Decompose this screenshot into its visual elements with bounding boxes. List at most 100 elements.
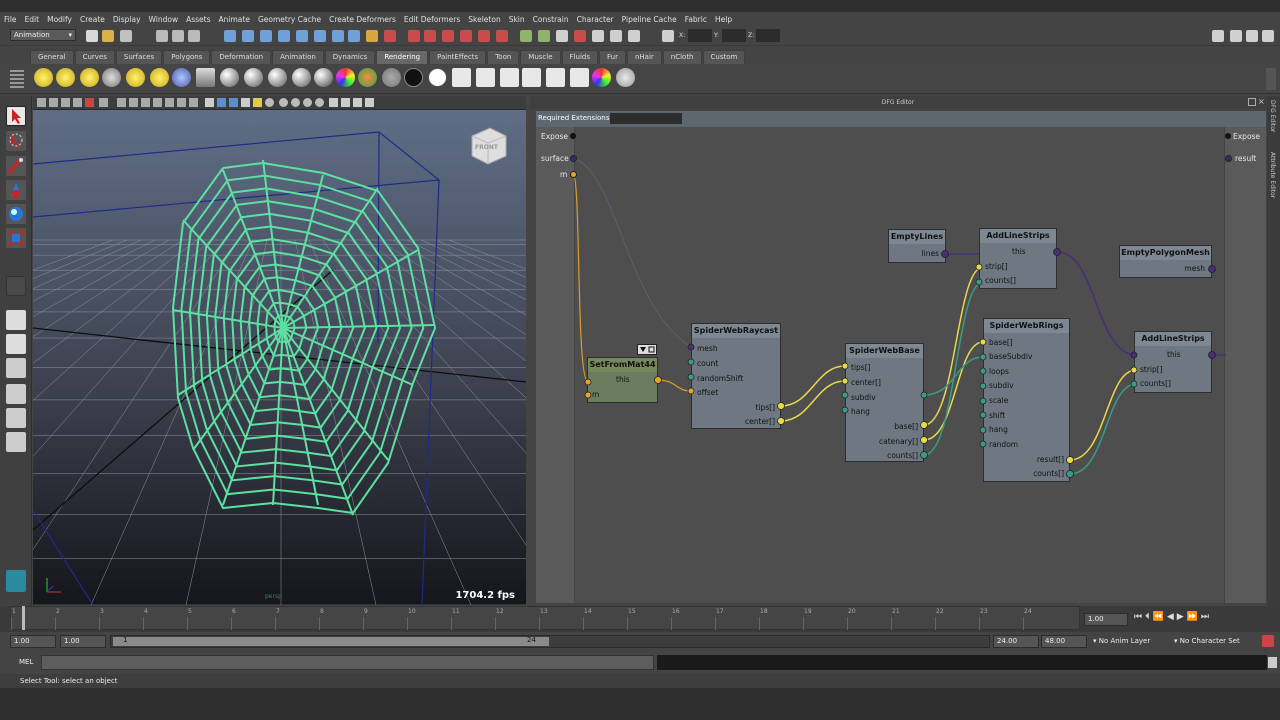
hypershade-shelf-icon[interactable] [522,68,541,87]
animation-end-field[interactable]: 48.00 [1041,635,1087,648]
port-shift[interactable]: shift [989,411,1005,420]
new-scene-icon[interactable] [86,30,98,42]
shelf-tab-fluids[interactable]: Fluids [561,50,598,64]
textured-icon[interactable] [241,98,250,107]
auto-key-icon[interactable] [1262,635,1274,647]
safe-action-icon[interactable] [177,98,186,107]
range-slider[interactable]: 1 24 [110,635,990,648]
snap-curve-icon[interactable] [242,30,254,42]
character-set-selector[interactable]: ▾ No Character Set [1174,637,1240,645]
channel-box-icon[interactable] [520,30,532,42]
go-to-start-icon[interactable]: ⏮ [1134,612,1145,622]
render-view-shelf-icon[interactable] [546,68,565,87]
step-forward-frame-icon[interactable]: ⏩ [1187,612,1201,622]
surface-shader-icon[interactable] [382,68,401,87]
node-options-icon[interactable] [637,344,657,355]
menu-fabric[interactable]: Fabric [681,15,711,24]
shelf-tab-deformation[interactable]: Deformation [211,50,272,64]
x-field[interactable] [688,29,712,42]
port-result[interactable]: result[] [1037,455,1064,464]
xray-joints-icon[interactable] [353,98,362,107]
range-slider-handle[interactable] [113,637,549,646]
port-mesh[interactable]: mesh [697,344,718,353]
grease-pencil-icon[interactable] [99,98,108,107]
port-counts[interactable]: counts[] [887,451,918,460]
field-chart-icon[interactable] [165,98,174,107]
node-spider-web-rings[interactable]: SpiderWebRings base[] baseSubdiv loops s… [983,318,1070,482]
play-forward-icon[interactable]: ▶ [1177,612,1187,622]
port-base[interactable]: base[] [894,422,918,431]
channel-toggle-icon[interactable] [1262,30,1274,42]
material-icon[interactable] [196,68,215,87]
point-light-icon[interactable] [80,68,99,87]
port-strip[interactable]: strip[] [1140,365,1163,374]
port-hang[interactable]: hang [851,407,870,416]
port-counts[interactable]: counts[] [1140,379,1171,388]
shelf-tab-curves[interactable]: Curves [74,50,115,64]
wireframe-on-shaded-icon[interactable] [229,98,238,107]
layout-icon[interactable] [592,30,604,42]
shelf-tab-painteffects[interactable]: PaintEffects [429,50,487,64]
current-frame-field[interactable]: 1.00 [1084,613,1128,626]
node-empty-polygon-mesh[interactable]: EmptyPolygonMesh mesh [1119,245,1212,278]
paint-select-icon[interactable] [6,156,26,176]
y-field[interactable] [722,29,746,42]
ipr-render-icon[interactable] [424,30,436,42]
menu-help[interactable]: Help [711,15,736,24]
command-language-label[interactable]: MEL [19,658,33,666]
snap-plane-icon[interactable] [278,30,290,42]
anti-aliasing-icon[interactable] [303,98,312,107]
expose-right-port[interactable] [1225,133,1231,139]
area-light-icon[interactable] [126,68,145,87]
rotate-tool-icon[interactable] [6,204,26,224]
menu-geometry-cache[interactable]: Geometry Cache [254,15,325,24]
port-counts[interactable]: counts[] [985,276,1016,285]
depth-of-field-icon[interactable] [315,98,324,107]
step-back-frame-icon[interactable]: ⏪ [1153,612,1167,622]
shelf-menu-icon[interactable] [10,70,24,88]
port-random[interactable]: random [989,440,1018,449]
graph-editor-icon[interactable] [628,30,640,42]
result-port[interactable] [1225,155,1232,162]
ambient-light-icon[interactable] [34,68,53,87]
snap-surface-icon[interactable] [296,30,308,42]
shelf-tab-polygons[interactable]: Polygons [163,50,211,64]
tool-settings-icon[interactable] [556,30,568,42]
transform-mode-icon[interactable] [662,30,674,42]
isolate-select-icon[interactable] [329,98,338,107]
port-this[interactable]: this [1012,247,1026,256]
command-input[interactable] [41,655,654,670]
attribute-editor-icon[interactable] [538,30,550,42]
dfg-graph-canvas[interactable]: Expose surface m Expose result SetFromMa… [536,127,1266,603]
node-empty-lines[interactable]: EmptyLines lines [888,229,946,263]
shelf-tab-general[interactable]: General [30,50,74,64]
volume-light-icon[interactable] [150,68,169,87]
port-loops[interactable]: loops [989,367,1009,376]
layered-shader-icon[interactable] [428,68,447,87]
menu-create[interactable]: Create [76,15,109,24]
shelf-tab-toon[interactable]: Toon [487,50,520,64]
xray-components-icon[interactable] [365,98,374,107]
render-settings-icon[interactable] [442,30,454,42]
float-panel-icon[interactable] [1248,98,1256,106]
menu-edit[interactable]: Edit [21,15,44,24]
resolution-gate-icon[interactable] [141,98,150,107]
port-base-subdiv[interactable]: baseSubdiv [989,352,1032,361]
phong-icon[interactable] [268,68,287,87]
port-tips[interactable]: tips[] [755,403,775,412]
port-base[interactable]: base[] [989,338,1013,347]
construction-icon[interactable] [366,30,378,42]
paint-effects-icon[interactable] [616,68,635,87]
shadows-icon[interactable] [265,98,274,107]
select-object-icon[interactable] [172,30,184,42]
xray-icon[interactable] [341,98,350,107]
smooth-shade-icon[interactable] [217,98,226,107]
camera-icon[interactable] [172,68,191,87]
safe-title-icon[interactable] [189,98,198,107]
four-view-layout-icon[interactable] [6,334,26,354]
camera-attributes-icon[interactable] [49,98,58,107]
shelf-tab-custom[interactable]: Custom [702,50,746,64]
side-tab-attribute-editor[interactable]: Attribute Editor [1269,152,1276,198]
expose-left-port[interactable] [570,133,576,139]
ambient-occlusion-icon[interactable] [279,98,288,107]
